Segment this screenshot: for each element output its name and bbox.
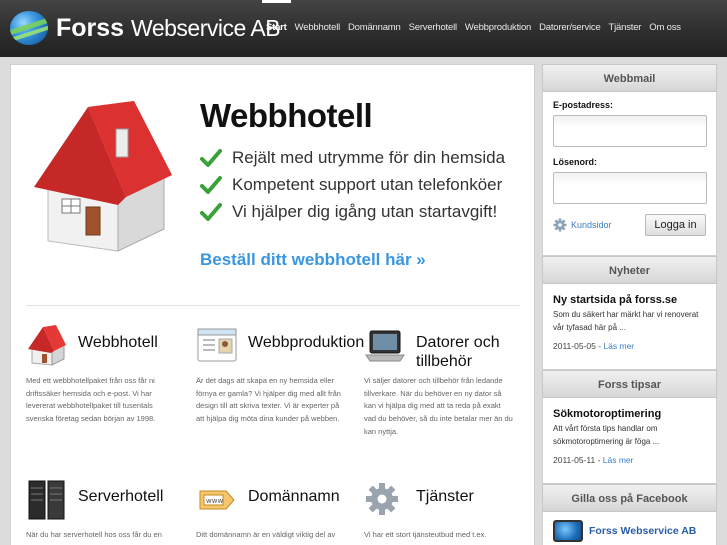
hero-bullet: Vi hjälper dig igång utan startavgift! xyxy=(200,202,497,222)
webmail-box: E-postadress: Lösenord: Kundsidor Logga … xyxy=(542,92,717,256)
hero-bullet: Kompetent support utan telefonköer xyxy=(200,175,502,195)
login-row: Kundsidor Logga in xyxy=(553,214,706,236)
feature-description: Vi har ett stort tjänsteutbud med t.ex. xyxy=(364,530,487,539)
feature-title: Tjänster xyxy=(416,488,474,505)
laptop-icon xyxy=(365,330,405,362)
hero-bullet-text: Kompetent support utan telefonköer xyxy=(232,175,503,194)
brand-name: Forss Webservice AB xyxy=(56,13,281,43)
feature-title-line: Datorer och xyxy=(416,334,500,351)
feature-description: Vi säljer datorer och tillbehör från led… xyxy=(364,376,513,436)
check-icon xyxy=(200,149,222,167)
facebook-page-row[interactable]: Forss Webservice AB xyxy=(553,520,706,542)
feature-title: Datorer och tillbehör xyxy=(416,333,500,371)
feature-domannamn[interactable]: www Domännamn Ditt domännamn är en väldi… xyxy=(196,479,361,545)
tips-date: 2011-05-11 xyxy=(553,455,596,465)
house-icon xyxy=(34,101,172,252)
feature-title: Serverhotell xyxy=(78,488,164,505)
server-icon xyxy=(28,480,65,520)
email-label: E-postadress: xyxy=(553,100,614,110)
facebook-heading: Gilla oss på Facebook xyxy=(542,484,717,512)
nav-item-start[interactable]: Start xyxy=(262,0,291,57)
webmail-heading: Webbmail xyxy=(542,64,717,92)
brand-name-rest: Webservice AB xyxy=(131,14,281,41)
kundsidor-link[interactable]: Kundsidor xyxy=(553,218,612,232)
tips-title[interactable]: Sökmotoroptimering xyxy=(553,408,706,420)
feature-datorer[interactable]: Datorer och tillbehör Vi säljer datorer … xyxy=(364,325,529,436)
feature-description: Ditt domännamn är en väldigt viktig del … xyxy=(196,530,336,539)
domain-tag-icon: www xyxy=(199,490,235,510)
tips-date-row: 2011-05-11 - Läs mer xyxy=(553,455,634,465)
password-label: Lösenord: xyxy=(553,157,597,167)
logo[interactable]: Forss Webservice AB xyxy=(10,10,281,46)
svg-text:www: www xyxy=(206,497,223,505)
feature-title-line: tillbehör xyxy=(416,353,473,370)
hero-bullet-text: Vi hjälper dig igång utan startavgift! xyxy=(232,202,498,221)
feature-title: Webbproduktion xyxy=(248,334,365,351)
gear-icon xyxy=(553,218,567,232)
news-box: Ny startsida på forss.se Som du säkert h… xyxy=(542,284,717,370)
check-icon xyxy=(200,176,222,194)
order-webhotel-link[interactable]: Beställ ditt webbhotell här » xyxy=(200,250,426,270)
check-icon xyxy=(200,203,222,221)
sidebar: Webbmail E-postadress: Lösenord: Kundsid… xyxy=(542,64,717,545)
tips-read-more-link[interactable]: Läs mer xyxy=(603,455,634,465)
nav-item-om-oss[interactable]: Om oss xyxy=(645,0,685,57)
main-nav: Start Webbhotell Domännamn Serverhotell … xyxy=(262,0,685,57)
news-read-more-link[interactable]: Läs mer xyxy=(603,341,634,351)
news-date: 2011-05-05 xyxy=(553,341,596,351)
feature-title: Domännamn xyxy=(248,488,340,505)
feature-serverhotell[interactable]: Serverhotell När du har serverhotell hos… xyxy=(26,479,191,545)
news-heading: Nyheter xyxy=(542,256,717,284)
news-title[interactable]: Ny startsida på forss.se xyxy=(553,294,706,306)
nav-item-webbhotell[interactable]: Webbhotell xyxy=(291,0,344,57)
email-field[interactable] xyxy=(553,115,707,147)
news-text: Som du säkert har märkt har vi renoverat… xyxy=(553,310,699,332)
facebook-page-avatar xyxy=(553,520,583,542)
nav-item-datorer-service[interactable]: Datorer/service xyxy=(535,0,604,57)
facebook-page-name[interactable]: Forss Webservice AB xyxy=(589,525,696,537)
nav-item-serverhotell[interactable]: Serverhotell xyxy=(405,0,461,57)
brand-name-bold: Forss xyxy=(56,13,125,42)
hero-bullet: Rejält med utrymme för din hemsida xyxy=(200,148,505,168)
feature-webbhotell[interactable]: Webbhotell Med ett webbhotellpaket från … xyxy=(26,325,191,423)
feature-description: När du har serverhotell hos oss får du e… xyxy=(26,530,162,539)
news-date-row: 2011-05-05 - Läs mer xyxy=(553,341,635,351)
tips-text: Att vårt första tips handlar om sökmotor… xyxy=(553,424,660,446)
nav-item-webbproduktion[interactable]: Webbproduktion xyxy=(461,0,535,57)
tips-box: Sökmotoroptimering Att vårt första tips … xyxy=(542,398,717,484)
hero-title: Webbhotell xyxy=(200,97,373,134)
main-content: Webbhotell Rejält med utrymme för din he… xyxy=(10,64,535,545)
gear-icon xyxy=(366,483,398,515)
feature-description: Är det dags att skapa en ny hemsida elle… xyxy=(196,376,341,424)
feature-title: Webbhotell xyxy=(78,334,158,351)
globe-logo-icon xyxy=(10,11,48,45)
top-bar: Forss Webservice AB Start Webbhotell Dom… xyxy=(0,0,727,57)
tips-heading: Forss tipsar xyxy=(542,370,717,398)
kundsidor-label: Kundsidor xyxy=(571,220,612,230)
house-icon xyxy=(28,325,66,366)
feature-tjanster[interactable]: Tjänster Vi har ett stort tjänsteutbud m… xyxy=(364,479,529,545)
nav-item-domannamn[interactable]: Domännamn xyxy=(344,0,405,57)
hero-bullet-text: Rejält med utrymme för din hemsida xyxy=(232,148,506,167)
facebook-box: Forss Webservice AB xyxy=(542,512,717,545)
feature-webbproduktion[interactable]: Webbproduktion Är det dags att skapa en … xyxy=(196,325,365,423)
feature-description: Med ett webbhotellpaket från oss får ni … xyxy=(26,376,156,424)
login-button[interactable]: Logga in xyxy=(645,214,706,236)
webpage-icon xyxy=(197,328,237,362)
password-field[interactable] xyxy=(553,172,707,204)
nav-item-tjanster[interactable]: Tjänster xyxy=(605,0,646,57)
divider xyxy=(26,305,520,306)
